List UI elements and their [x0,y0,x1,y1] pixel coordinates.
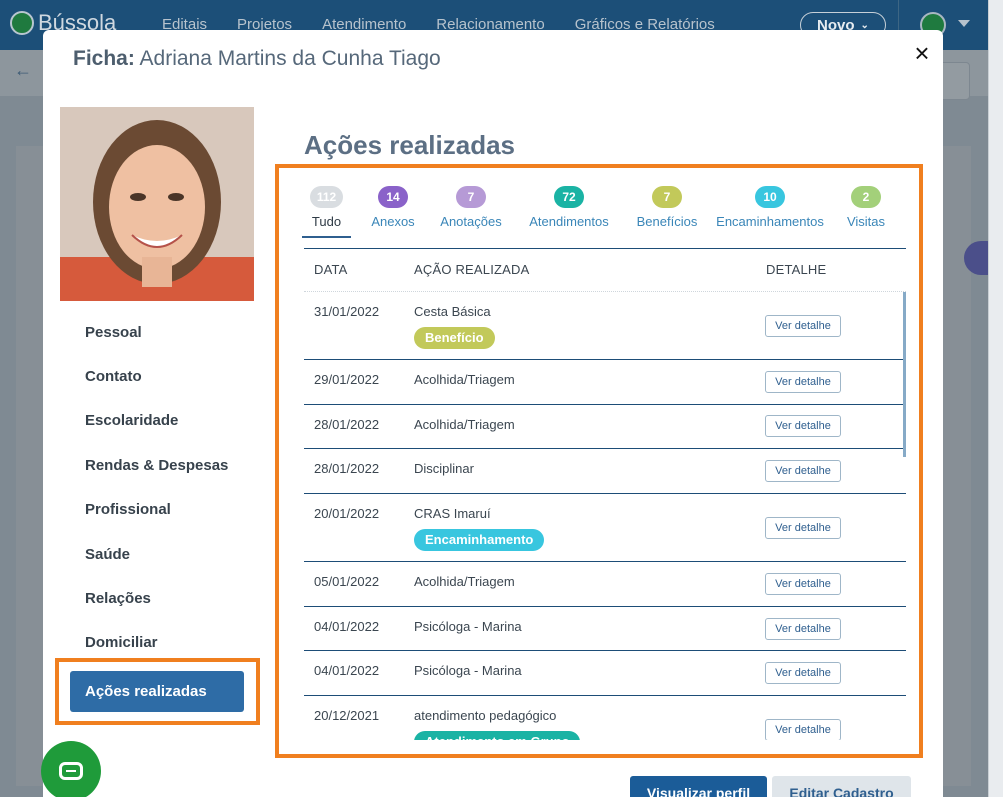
chevron-down-icon: ⌄ [860,19,869,31]
row-action: Disciplinar [414,461,474,476]
chat-button[interactable] [41,741,101,797]
modal-title-prefix: Ficha: [73,47,135,70]
column-header-acao: AÇÃO REALIZADA [414,262,530,277]
sidebar-item-relacoes[interactable]: Relações [85,590,151,607]
table-row: 31/01/2022 Cesta Básica Benefício Ver de… [304,292,906,360]
row-tag-beneficio: Benefício [414,327,495,349]
modal-title: Ficha: Adriana Martins da Cunha Tiago [73,47,441,71]
row-action: Acolhida/Triagem [414,574,515,589]
sidebar-item-pessoal[interactable]: Pessoal [85,324,142,341]
tab-count-badge: 14 [378,186,408,208]
row-date: 04/01/2022 [314,663,380,678]
table-row: 29/01/2022 Acolhida/Triagem Ver detalhe [304,360,906,405]
profile-modal: Ficha: Adriana Martins da Cunha Tiago × … [43,30,943,797]
row-date: 28/01/2022 [314,417,380,432]
sidebar-item-escolaridade[interactable]: Escolaridade [85,412,178,429]
table-row: 05/01/2022 Acolhida/Triagem Ver detalhe [304,562,906,607]
row-date: 20/12/2021 [314,708,380,723]
tab-encaminhamentos[interactable]: 10 Encaminhamentos [715,186,825,229]
ver-detalhe-button[interactable]: Ver detalhe [765,517,841,539]
row-action: Cesta Básica [414,304,491,319]
compass-logo-icon [10,11,34,35]
ver-detalhe-button[interactable]: Ver detalhe [765,315,841,337]
close-icon[interactable]: × [909,40,935,66]
table-row: 04/01/2022 Psicóloga - Marina Ver detalh… [304,651,906,696]
tab-count-badge: 72 [554,186,584,208]
row-date: 31/01/2022 [314,304,380,319]
row-tag-atendimento-grupo: Atendimento em Grupo [414,731,581,740]
ver-detalhe-button[interactable]: Ver detalhe [765,618,841,640]
tab-anexos[interactable]: 14 Anexos [371,186,415,229]
user-menu-caret-icon[interactable] [958,20,970,27]
ver-detalhe-button[interactable]: Ver detalhe [765,371,841,393]
row-action: CRAS Imaruí [414,506,491,521]
tab-count-badge: 10 [755,186,785,208]
modal-title-name: Adriana Martins da Cunha Tiago [139,47,441,70]
edit-profile-button[interactable]: Editar Cadastro [772,776,911,797]
actions-table-body[interactable]: 31/01/2022 Cesta Básica Benefício Ver de… [304,292,906,740]
row-action: Acolhida/Triagem [414,417,515,432]
sidebar-item-profissional[interactable]: Profissional [85,501,171,518]
tab-anotacoes[interactable]: 7 Anotações [440,186,502,229]
ver-detalhe-button[interactable]: Ver detalhe [765,662,841,684]
tab-label: Encaminhamentos [716,214,824,229]
sidebar-item-acoes-realizadas[interactable]: Ações realizadas [70,671,244,712]
row-date: 05/01/2022 [314,574,380,589]
tab-label: Anexos [371,214,415,229]
active-tab-indicator [302,236,351,238]
tab-count-badge: 112 [309,186,344,208]
column-header-data: DATA [314,262,348,277]
tab-count-badge: 2 [851,186,881,208]
tab-visitas[interactable]: 2 Visitas [842,186,890,229]
tab-label: Tudo [311,214,342,229]
table-row: 04/01/2022 Psicóloga - Marina Ver detalh… [304,607,906,651]
tab-label: Atendimentos [529,214,609,229]
row-date: 29/01/2022 [314,372,380,387]
back-arrow-icon[interactable]: ← [14,60,32,81]
row-date: 04/01/2022 [314,619,380,634]
row-action: Psicóloga - Marina [414,619,522,634]
table-scrollbar[interactable] [903,292,906,457]
tab-label: Benefícios [636,214,698,229]
tab-atendimentos[interactable]: 72 Atendimentos [525,186,613,229]
ver-detalhe-button[interactable]: Ver detalhe [765,573,841,595]
row-tag-encaminhamento: Encaminhamento [414,529,545,551]
sidebar-item-domiciliar[interactable]: Domiciliar [85,634,158,651]
chat-icon [59,762,83,780]
table-header: DATA AÇÃO REALIZADA DETALHE [304,248,906,292]
column-header-detalhe: DETALHE [766,262,827,277]
table-row: 20/01/2022 CRAS Imaruí Encaminhamento Ve… [304,494,906,562]
row-date: 20/01/2022 [314,506,380,521]
tab-tudo[interactable]: 112 Tudo [302,186,351,229]
row-action: Acolhida/Triagem [414,372,515,387]
sidebar-item-contato[interactable]: Contato [85,368,142,385]
window-scrollbar[interactable] [988,0,1003,797]
ver-detalhe-button[interactable]: Ver detalhe [765,460,841,482]
tab-count-badge: 7 [456,186,486,208]
profile-photo [60,107,254,301]
tab-label: Visitas [846,214,886,229]
ver-detalhe-button[interactable]: Ver detalhe [765,719,841,740]
row-action: atendimento pedagógico [414,708,557,723]
ver-detalhe-button[interactable]: Ver detalhe [765,415,841,437]
table-row: 20/12/2021 atendimento pedagógico Atendi… [304,696,906,740]
table-row: 28/01/2022 Disciplinar Ver detalhe [304,449,906,494]
filter-tabs: 112 Tudo 14 Anexos 7 Anotações 72 Atendi… [302,186,906,240]
table-row: 28/01/2022 Acolhida/Triagem Ver detalhe [304,405,906,449]
modal-header: Ficha: Adriana Martins da Cunha Tiago × [43,30,943,90]
sidebar-item-saude[interactable]: Saúde [85,546,130,563]
tab-label: Anotações [440,214,502,229]
view-profile-button[interactable]: Visualizar perfil [630,776,767,797]
sidebar-item-rendas-despesas[interactable]: Rendas & Despesas [85,457,228,474]
row-action: Psicóloga - Marina [414,663,522,678]
tab-beneficios[interactable]: 7 Benefícios [630,186,704,229]
tab-count-badge: 7 [652,186,682,208]
row-date: 28/01/2022 [314,461,380,476]
section-title: Ações realizadas [304,130,516,160]
